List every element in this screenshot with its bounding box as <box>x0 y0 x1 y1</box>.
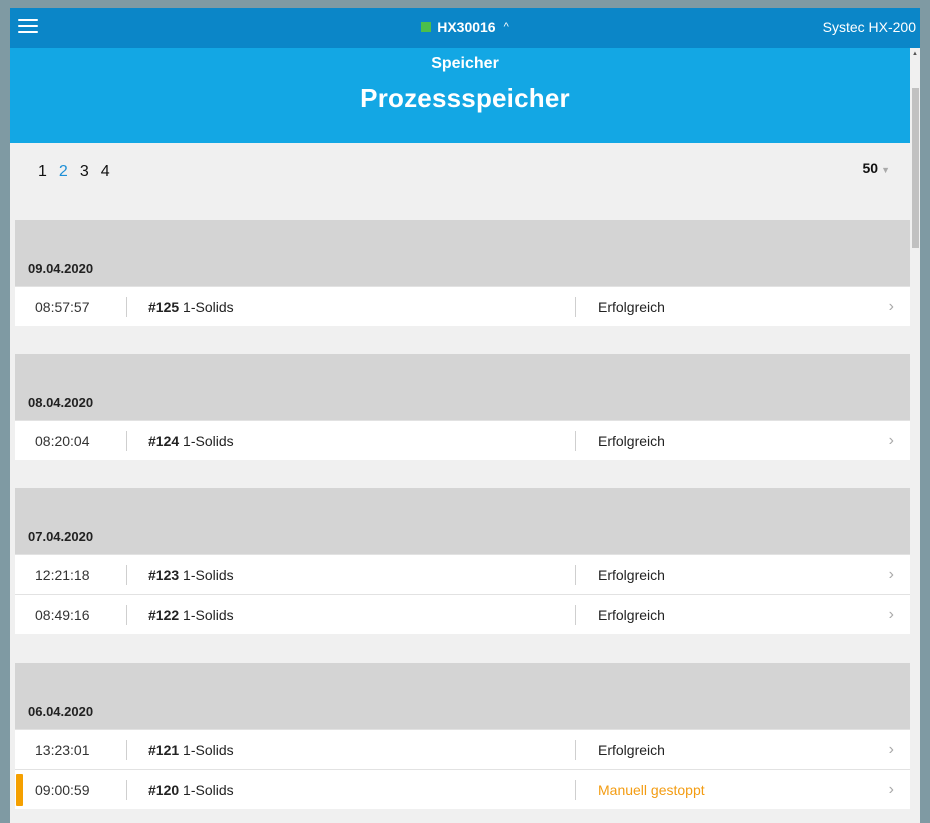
row-divider <box>575 565 576 585</box>
row-divider <box>126 780 127 800</box>
row-time: 08:57:57 <box>35 299 90 315</box>
row-divider <box>575 780 576 800</box>
device-selector-wrap: HX30016 ^ <box>10 19 920 35</box>
chevron-right-icon: › <box>888 566 894 583</box>
date-group-header: 09.04.2020 <box>15 220 914 286</box>
date-group: 07.04.2020 12:21:18 #123 1-Solids Erfolg… <box>15 488 914 634</box>
row-divider <box>126 605 127 625</box>
process-program: 1-Solids <box>183 607 234 623</box>
date-group: 09.04.2020 08:57:57 #125 1-Solids Erfolg… <box>15 220 914 326</box>
process-number: #121 <box>148 742 180 758</box>
row-divider <box>575 431 576 451</box>
process-number: #120 <box>148 782 180 798</box>
device-selector[interactable]: HX30016 ^ <box>421 19 509 35</box>
process-row[interactable]: 09:00:59 #120 1-Solids Manuell gestoppt … <box>15 769 914 809</box>
row-status: Manuell gestoppt <box>598 782 705 798</box>
row-status: Erfolgreich <box>598 299 665 315</box>
device-status-icon <box>421 22 432 32</box>
row-time: 12:21:18 <box>35 567 90 583</box>
chevron-right-icon: › <box>888 298 894 315</box>
row-divider <box>126 740 127 760</box>
process-program: 1-Solids <box>183 567 234 583</box>
date-group: 08.04.2020 08:20:04 #124 1-Solids Erfolg… <box>15 354 914 460</box>
row-process: #120 1-Solids <box>148 782 234 798</box>
row-process: #123 1-Solids <box>148 567 234 583</box>
row-divider <box>575 297 576 317</box>
page-link-4[interactable]: 4 <box>101 163 110 181</box>
chevron-right-icon: › <box>888 781 894 798</box>
chevron-right-icon: › <box>888 432 894 449</box>
warning-marker <box>16 774 23 806</box>
group-date: 06.04.2020 <box>28 704 94 719</box>
page-title: Prozessspeicher <box>360 83 570 113</box>
chevron-up-icon: ^ <box>503 21 509 33</box>
process-row[interactable]: 12:21:18 #123 1-Solids Erfolgreich › <box>15 554 914 594</box>
page-header: Speicher Prozessspeicher <box>10 48 920 143</box>
process-program: 1-Solids <box>183 742 234 758</box>
row-divider <box>126 297 127 317</box>
page-link-1[interactable]: 1 <box>38 163 47 181</box>
row-time: 13:23:01 <box>35 742 90 758</box>
process-row[interactable]: 08:49:16 #122 1-Solids Erfolgreich › <box>15 594 914 634</box>
process-number: #122 <box>148 607 180 623</box>
process-row[interactable]: 08:20:04 #124 1-Solids Erfolgreich › <box>15 420 914 460</box>
date-group-header: 07.04.2020 <box>15 488 914 554</box>
page-subtitle: Speicher <box>431 55 499 72</box>
row-time: 09:00:59 <box>35 782 90 798</box>
chevron-right-icon: › <box>888 606 894 623</box>
group-date: 07.04.2020 <box>28 529 94 544</box>
row-divider <box>126 565 127 585</box>
date-group-header: 08.04.2020 <box>15 354 914 420</box>
scrollbar-thumb[interactable] <box>912 88 919 248</box>
row-process: #121 1-Solids <box>148 742 234 758</box>
device-name: HX30016 <box>437 19 496 35</box>
top-bar: HX30016 ^ Systec HX-200 <box>10 8 920 48</box>
page-link-3[interactable]: 3 <box>80 163 89 181</box>
row-divider <box>575 605 576 625</box>
app-window: HX30016 ^ Systec HX-200 Speicher Prozess… <box>10 8 920 823</box>
date-group: 06.04.2020 13:23:01 #121 1-Solids Erfolg… <box>15 663 914 809</box>
row-process: #125 1-Solids <box>148 299 234 315</box>
row-time: 08:49:16 <box>35 607 90 623</box>
process-program: 1-Solids <box>183 433 234 449</box>
row-process: #122 1-Solids <box>148 607 234 623</box>
page-size-value: 50 <box>862 160 879 176</box>
page-link-2[interactable]: 2 <box>59 163 68 181</box>
date-group-header: 06.04.2020 <box>15 663 914 729</box>
row-status: Erfolgreich <box>598 607 665 623</box>
process-number: #123 <box>148 567 180 583</box>
group-date: 08.04.2020 <box>28 395 94 410</box>
process-program: 1-Solids <box>183 299 234 315</box>
app-name: Systec HX-200 <box>822 19 916 35</box>
vertical-scrollbar[interactable]: ▲ <box>910 48 920 823</box>
row-divider <box>126 431 127 451</box>
row-time: 08:20:04 <box>35 433 90 449</box>
chevron-right-icon: › <box>888 741 894 758</box>
row-status: Erfolgreich <box>598 742 665 758</box>
row-status: Erfolgreich <box>598 567 665 583</box>
row-divider <box>575 740 576 760</box>
process-program: 1-Solids <box>183 782 234 798</box>
row-status: Erfolgreich <box>598 433 665 449</box>
caret-down-icon: ▼ <box>881 165 890 175</box>
group-date: 09.04.2020 <box>28 261 94 276</box>
process-row[interactable]: 13:23:01 #121 1-Solids Erfolgreich › <box>15 729 914 769</box>
row-process: #124 1-Solids <box>148 433 234 449</box>
pagination: 1 2 3 4 <box>38 163 110 181</box>
process-number: #125 <box>148 299 180 315</box>
process-row[interactable]: 08:57:57 #125 1-Solids Erfolgreich › <box>15 286 914 326</box>
scroll-up-icon[interactable]: ▲ <box>912 51 918 57</box>
page-size-select[interactable]: 50 ▼ <box>863 160 891 176</box>
process-number: #124 <box>148 433 180 449</box>
